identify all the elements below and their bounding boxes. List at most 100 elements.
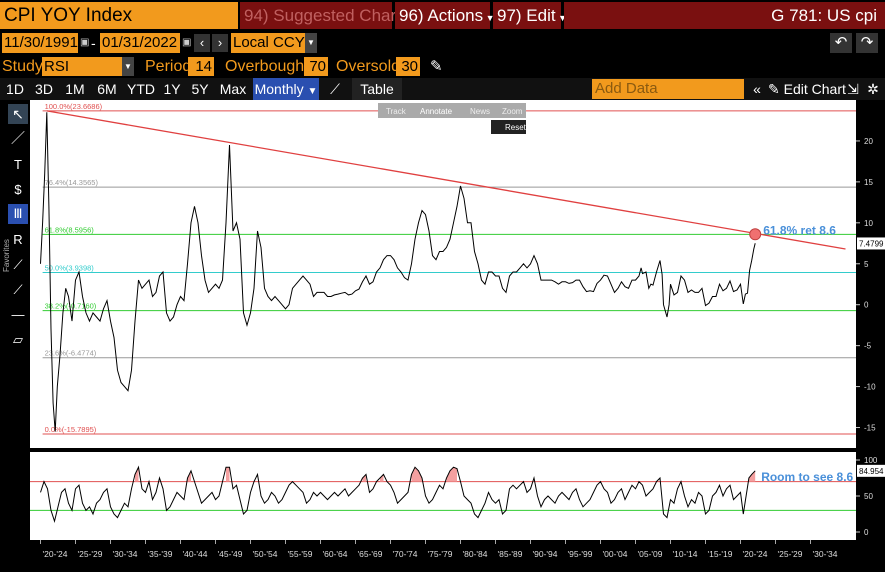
- rsi-y-tick-label: 100: [864, 456, 878, 465]
- calendar-icon[interactable]: ▣: [182, 33, 192, 53]
- x-tick-label: '70-'74: [393, 549, 418, 559]
- study-bar: Study RSI ▼ Period 14 Overbought 70 Overs…: [0, 55, 885, 78]
- price-chart: 100.0%(23.6686) 76.4%(14.3565) 61.8%(8.595…: [30, 100, 856, 448]
- suggested-charts-button[interactable]: 94) Suggested Charts: [240, 2, 409, 29]
- track-button[interactable]: Track: [386, 107, 407, 116]
- frequency-select[interactable]: Monthly ▼: [253, 78, 319, 100]
- x-tick-label: '75-'79: [428, 549, 453, 559]
- oversold-label: Oversold: [336, 58, 401, 75]
- pencil-icon[interactable]: ✎: [430, 57, 446, 76]
- ray-tool-icon[interactable]: ⟋: [8, 280, 28, 300]
- gear-icon[interactable]: ✲: [864, 78, 882, 100]
- range-1m-button[interactable]: 1M: [61, 78, 89, 100]
- overbought-input[interactable]: 70: [304, 57, 328, 76]
- x-tick-label: '80-'84: [463, 549, 488, 559]
- actions-menu[interactable]: 96) Actions ▼: [395, 2, 495, 29]
- actions-label: 96) Actions: [399, 6, 484, 25]
- edit-menu[interactable]: 97) Edit ▼: [493, 2, 567, 29]
- range-max-button[interactable]: Max: [217, 78, 249, 100]
- period-input[interactable]: 14: [188, 57, 214, 76]
- fib-level-label: 0.0%(-15.7895): [45, 425, 97, 434]
- trend-line: [46, 110, 846, 250]
- y-tick-label: 0: [864, 301, 869, 310]
- range-ytd-button[interactable]: YTD: [125, 78, 157, 100]
- rsi-y-tick-label: 0: [864, 528, 869, 537]
- x-tick-label: '00-'04: [603, 549, 628, 559]
- fib-level-label: 100.0%(23.6686): [45, 102, 103, 111]
- ticker-input[interactable]: CPI YOY Index: [0, 2, 238, 29]
- dollar-tool-icon[interactable]: $: [8, 180, 28, 200]
- chart-id: G 781: US cpi: [564, 2, 885, 29]
- x-tick-label: '65-'69: [358, 549, 383, 559]
- next-arrow-icon[interactable]: ›: [212, 34, 228, 52]
- y-ticks: 20 15 10 5 0 -5 -10 -15: [856, 137, 876, 433]
- horizontal-line-icon[interactable]: —: [8, 305, 28, 325]
- study-label: Study: [2, 58, 43, 75]
- x-tick-label: '15-'19: [708, 549, 733, 559]
- zoom-button[interactable]: Zoom: [502, 107, 523, 116]
- table-button[interactable]: Table: [352, 78, 402, 100]
- x-tick-label: '40-'44: [183, 549, 208, 559]
- prev-arrow-icon[interactable]: ‹: [194, 34, 210, 52]
- annotate-button[interactable]: Annotate: [420, 107, 453, 116]
- x-ticks: '20-'24 '25-'29 '30-'34 '35-'39 '40-'44 '45-'…: [40, 540, 838, 559]
- range-1d-button[interactable]: 1D: [2, 78, 28, 100]
- last-value-label: 7.4799: [859, 239, 884, 248]
- export-icon[interactable]: ⇲: [845, 78, 861, 100]
- fib-tool-icon[interactable]: Ⅲ: [8, 204, 28, 224]
- y-tick-label: 15: [864, 178, 873, 187]
- chevron-down-icon: ▼: [307, 86, 318, 97]
- range-5y-button[interactable]: 5Y: [188, 78, 212, 100]
- overbought-label: Overbought: [225, 58, 309, 75]
- cursor-icon[interactable]: ↖: [8, 104, 28, 124]
- fib-level-label: 61.8%(8.5956): [45, 225, 95, 234]
- favorites-tab[interactable]: Favorites: [2, 238, 12, 272]
- fib-levels: 100.0%(23.6686) 76.4%(14.3565) 61.8%(8.595…: [42, 102, 856, 435]
- eraser-icon[interactable]: ▱: [8, 330, 28, 350]
- x-tick-label: '60-'64: [323, 549, 348, 559]
- range-1y-button[interactable]: 1Y: [160, 78, 184, 100]
- overbought-area: [226, 467, 230, 482]
- add-data-input[interactable]: Add Data: [592, 79, 744, 99]
- x-tick-label: '20-'24: [743, 549, 768, 559]
- line-chart-icon[interactable]: ⟋: [324, 78, 346, 100]
- range-3d-button[interactable]: 3D: [31, 78, 57, 100]
- date-bar: 11/30/1991 ▣ - 01/31/2022 ▣ ‹ › Local CC…: [0, 31, 885, 55]
- rsi-annotation: Room to see 8.6: [761, 470, 853, 484]
- news-button[interactable]: News: [470, 107, 490, 116]
- x-tick-label: '05-'09: [638, 549, 663, 559]
- line-tool-icon[interactable]: ／: [8, 128, 28, 148]
- y-tick-label: -5: [864, 342, 872, 351]
- x-tick-label: '25-'29: [778, 549, 803, 559]
- undo-icon[interactable]: ↶: [830, 33, 852, 53]
- chart-mini-toolbar: Track Annotate News Zoom Reset: [378, 103, 527, 134]
- calendar-icon[interactable]: ▣: [80, 33, 90, 53]
- x-tick-label: '85-'89: [498, 549, 523, 559]
- x-tick-label: '50-'54: [253, 549, 278, 559]
- study-select[interactable]: RSI ▼: [42, 57, 134, 76]
- reset-button[interactable]: Reset: [505, 123, 527, 132]
- date-separator: -: [91, 35, 96, 51]
- edit-chart-button[interactable]: ✎ Edit Chart: [768, 78, 846, 100]
- y-tick-label: -10: [864, 383, 876, 392]
- redo-icon[interactable]: ↷: [856, 33, 878, 53]
- fib-level-label: 23.6%(-6.4774): [45, 349, 97, 358]
- currency-select[interactable]: Local CCY ▼: [231, 33, 317, 53]
- y-axis: 20151050-5-10-15 100500 7.4799 84.954: [856, 100, 885, 540]
- y-tick-label: 20: [864, 137, 873, 146]
- retracement-annotation: 61.8% ret 8.6: [763, 223, 836, 237]
- end-date-input[interactable]: 01/31/2022: [100, 33, 180, 53]
- collapse-icon[interactable]: «: [748, 78, 766, 100]
- x-axis: '20-'24 '25-'29 '30-'34 '35-'39 '40-'44 '45-'…: [30, 540, 856, 572]
- y-tick-label: 5: [864, 260, 869, 269]
- range-6m-button[interactable]: 6M: [93, 78, 121, 100]
- percent-tool-icon[interactable]: T: [8, 155, 28, 175]
- oversold-input[interactable]: 30: [396, 57, 420, 76]
- x-tick-label: '90-'94: [533, 549, 558, 559]
- fib-level-label: 76.4%(14.3565): [45, 178, 99, 187]
- x-tick-label: '20-'24: [43, 549, 68, 559]
- chart-toolbar: 1D 3D 1M 6M YTD 1Y 5Y Max Monthly ▼ ⟋ Ta…: [0, 78, 885, 100]
- x-tick-label: '10-'14: [673, 549, 698, 559]
- start-date-input[interactable]: 11/30/1991: [2, 33, 78, 53]
- edit-label: 97) Edit: [497, 6, 556, 25]
